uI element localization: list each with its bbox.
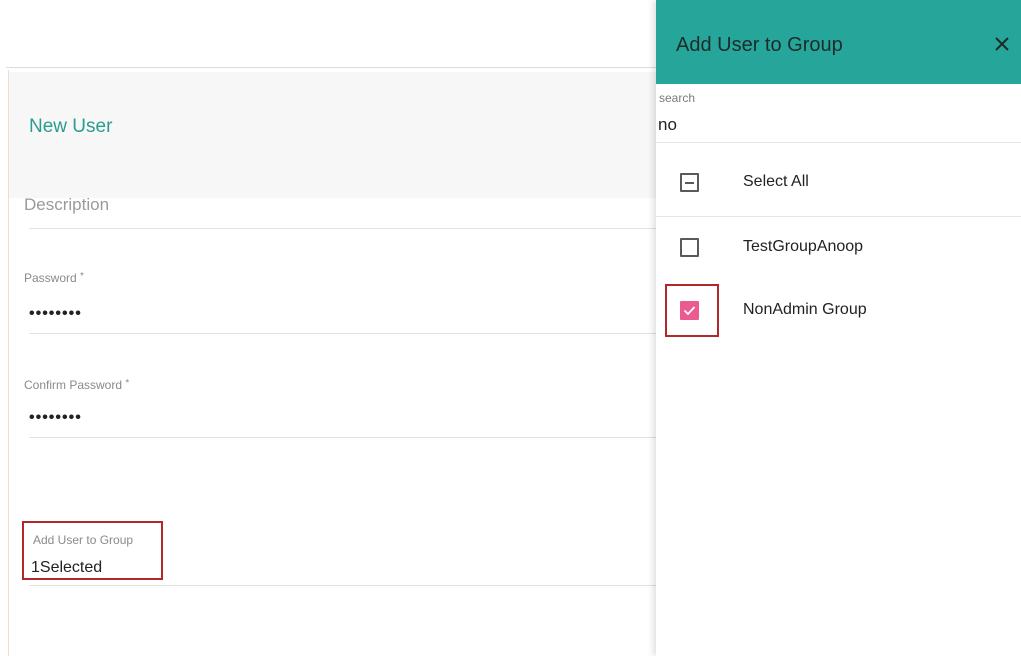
select-all-checkbox[interactable]	[680, 173, 699, 192]
close-button[interactable]	[990, 30, 1014, 58]
add-user-to-group-label: Add User to Group	[33, 533, 134, 547]
add-user-to-group-field[interactable]: Add User to Group 1Selected	[22, 521, 163, 580]
password-label: Password *	[24, 271, 84, 285]
panel-header: Add User to Group	[656, 0, 1021, 84]
add-user-to-group-panel: Add User to Group search Select All Test…	[656, 0, 1021, 656]
checkbox-highlight	[665, 284, 719, 337]
close-icon	[995, 37, 1009, 51]
select-all-label: Select All	[743, 173, 809, 190]
confirm-password-underline	[29, 437, 656, 438]
panel-title: Add User to Group	[676, 34, 843, 56]
group-underline	[29, 585, 656, 586]
group-option-label: NonAdmin Group	[743, 301, 867, 318]
password-underline	[29, 333, 656, 334]
confirm-password-label: Confirm Password *	[24, 378, 130, 392]
select-all-row[interactable]: Select All	[656, 162, 1021, 202]
top-divider	[6, 67, 656, 68]
page-title: New User	[29, 116, 113, 137]
search-input[interactable]	[658, 112, 988, 138]
password-field[interactable]: ••••••••	[29, 305, 82, 323]
group-option-label: TestGroupAnoop	[743, 238, 864, 255]
search-divider	[656, 142, 1021, 143]
group-option-checkbox[interactable]	[680, 238, 699, 257]
description-field[interactable]: Description	[24, 195, 109, 215]
confirm-password-field[interactable]: ••••••••	[29, 409, 82, 427]
search-label: search	[659, 91, 696, 105]
group-option-row[interactable]: TestGroupAnoop	[656, 227, 1021, 267]
add-user-to-group-value: 1Selected	[31, 559, 103, 576]
select-all-divider	[656, 216, 1021, 217]
description-underline	[29, 228, 656, 229]
